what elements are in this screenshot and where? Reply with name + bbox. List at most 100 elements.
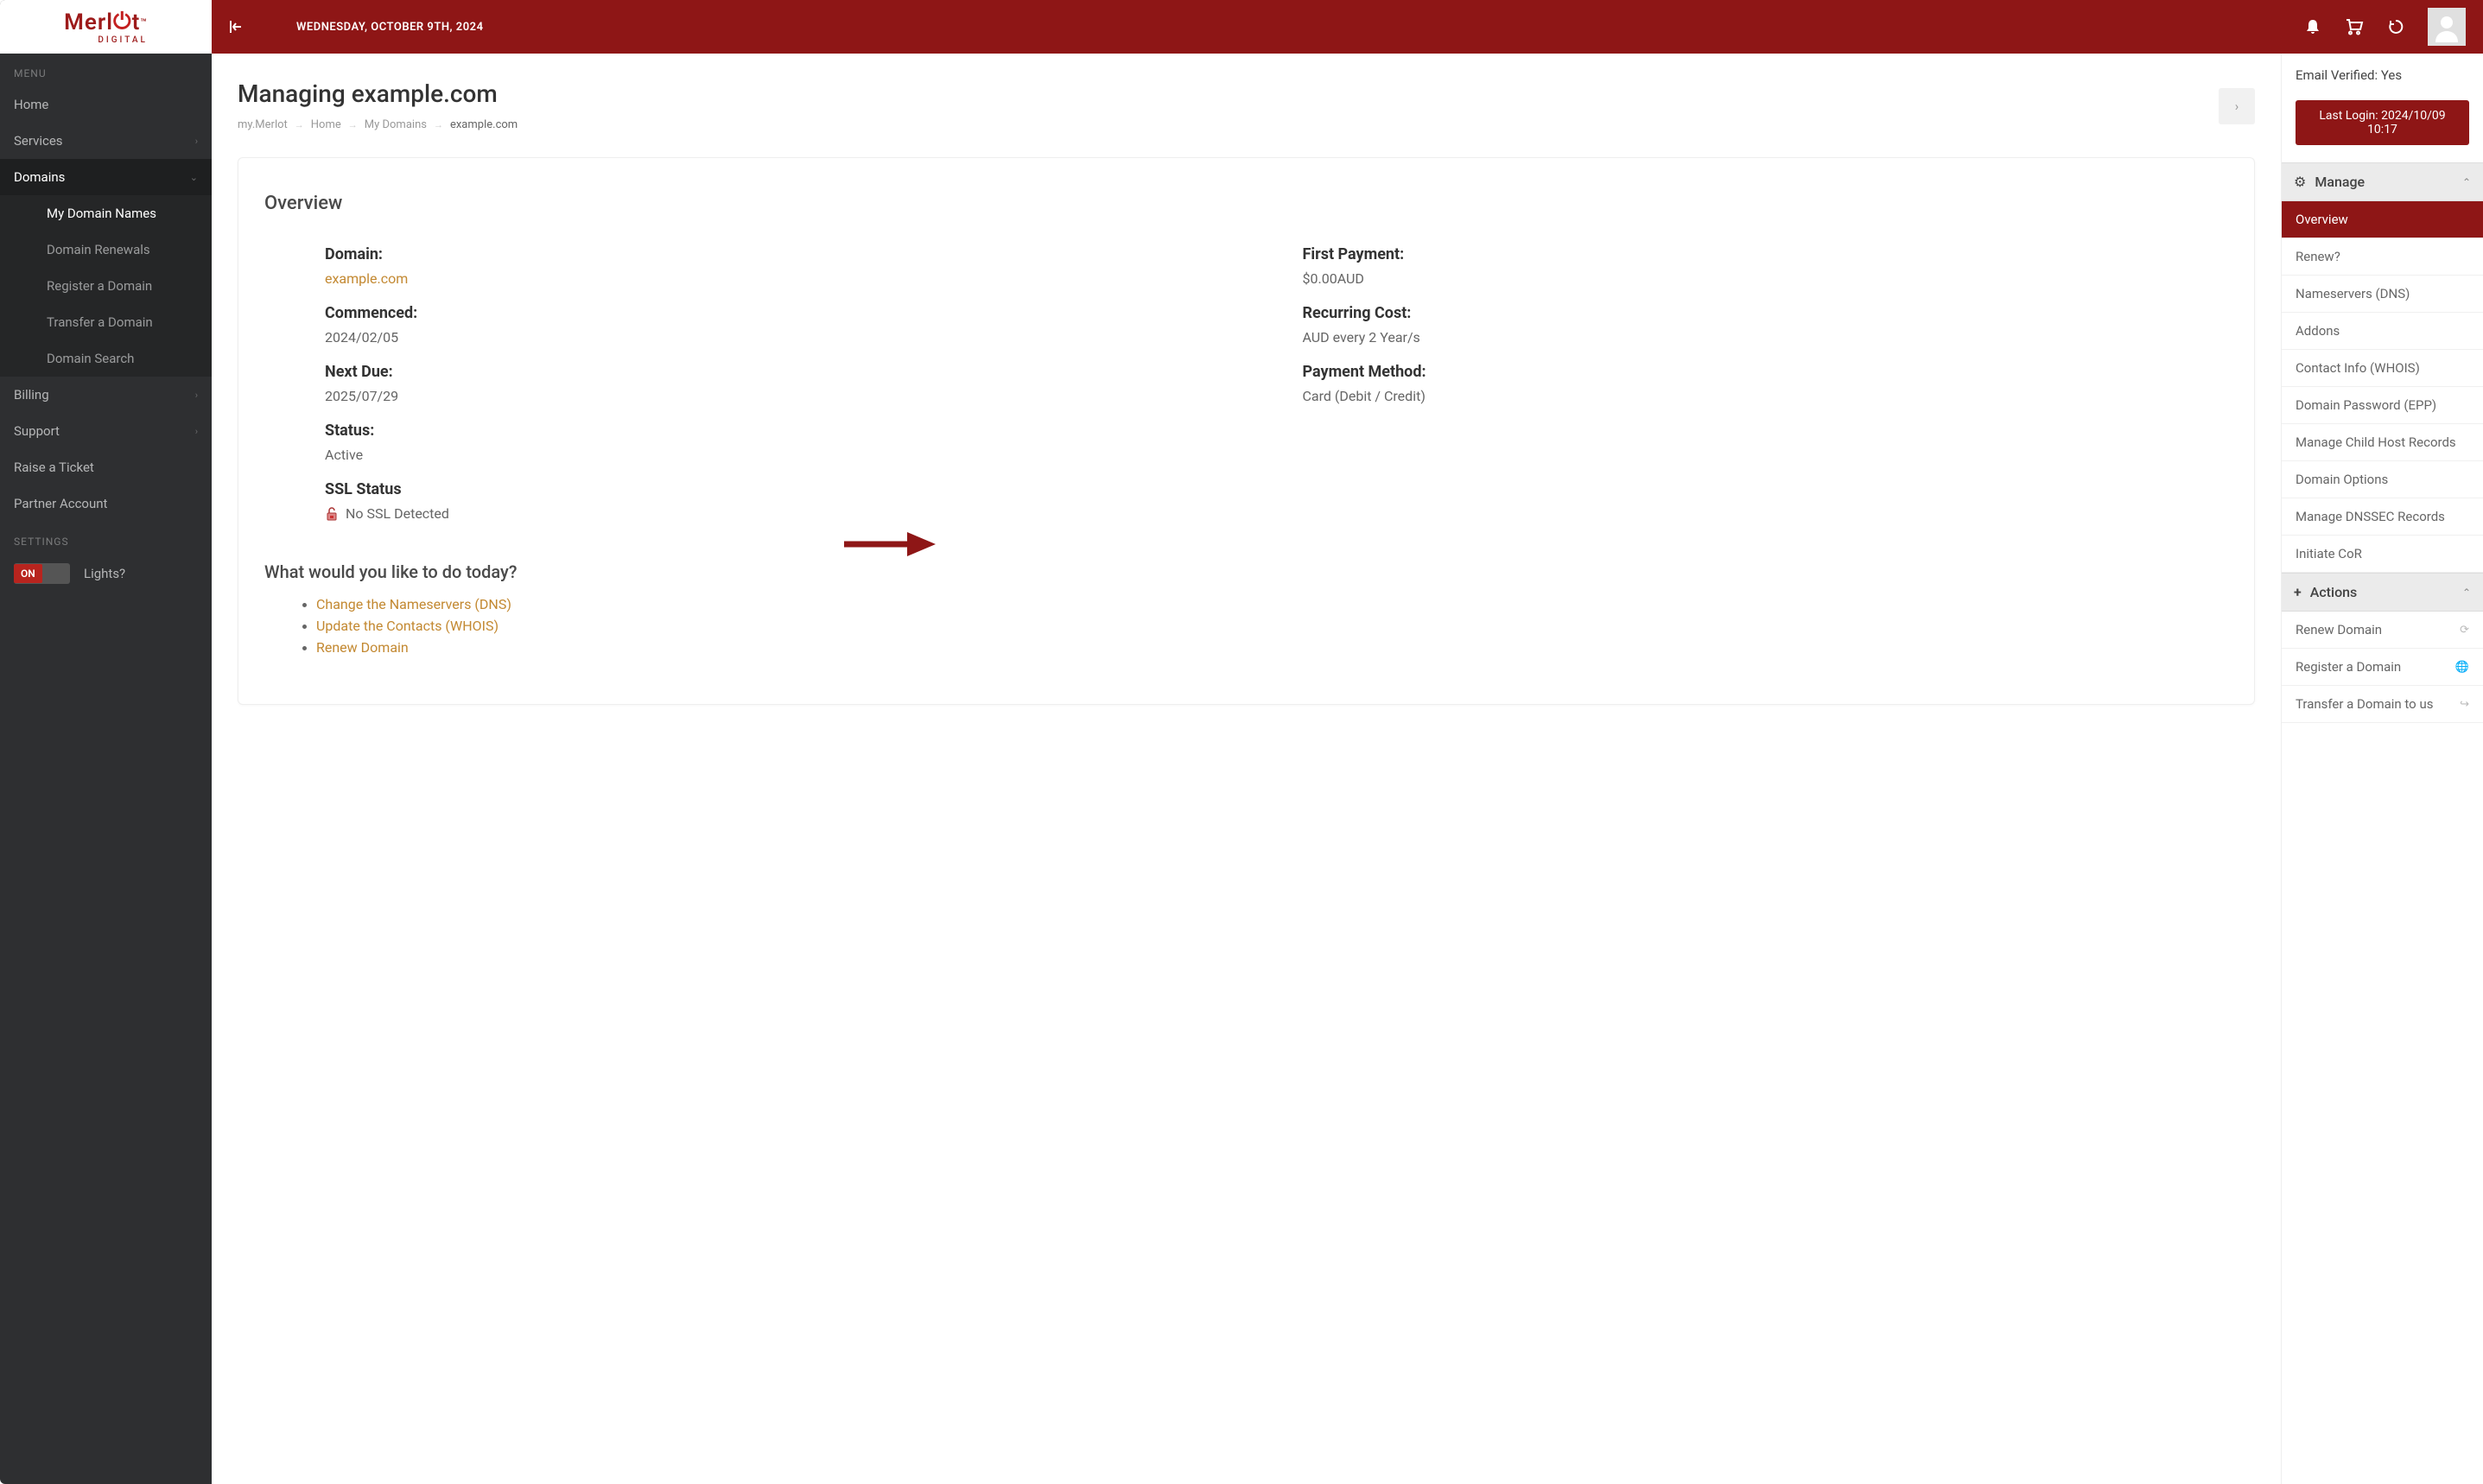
plus-icon: + (2294, 584, 2302, 600)
chevron-right-icon: › (2235, 98, 2239, 114)
sidebar-item-label: Services (14, 133, 63, 149)
domain-label: Domain: (325, 245, 1251, 263)
manage-childhost[interactable]: Manage Child Host Records (2282, 424, 2483, 461)
actions-header-label: Actions (2310, 584, 2358, 600)
action-change-ns[interactable]: Change the Nameservers (DNS) (316, 596, 511, 612)
chevron-down-icon: ⌄ (190, 172, 198, 183)
manage-header-label: Manage (2315, 174, 2365, 190)
arrow-right-icon: → (295, 119, 304, 130)
logo[interactable]: Merl⏻t™ DIGITAL (0, 0, 212, 54)
payment-method-label: Payment Method: (1303, 363, 2229, 381)
right-column: Email Verified: Yes Last Login: 2024/10/… (2281, 54, 2483, 1484)
action-renew-domain[interactable]: Renew Domain ⟳ (2282, 612, 2483, 649)
arrow-right-icon: → (348, 119, 358, 130)
recurring-label: Recurring Cost: (1303, 304, 2229, 322)
topbar: WEDNESDAY, OCTOBER 9TH, 2024 (212, 0, 2483, 54)
domain-value[interactable]: example.com (325, 270, 1251, 287)
breadcrumb-item[interactable]: My Domains (365, 118, 427, 131)
manage-epp[interactable]: Domain Password (EPP) (2282, 387, 2483, 424)
status-value: Active (325, 447, 1251, 463)
annotation-arrow (842, 529, 937, 560)
manage-panel-header[interactable]: ⚙ Manage ⌃ (2282, 162, 2483, 201)
breadcrumbs: my.Merlot → Home → My Domains → example.… (238, 118, 518, 131)
breadcrumb-item[interactable]: Home (311, 118, 341, 131)
ssl-status-value: No SSL Detected (346, 505, 449, 522)
collapse-sidebar-button[interactable] (229, 19, 244, 35)
cart-icon (2345, 18, 2364, 35)
manage-renew[interactable]: Renew? (2282, 238, 2483, 276)
sidebar: Merl⏻t™ DIGITAL MENU Home Services › Dom… (0, 0, 212, 1484)
history-button[interactable] (2386, 17, 2405, 36)
payment-method-value: Card (Debit / Credit) (1303, 388, 2229, 404)
sidebar-subitem-renewals[interactable]: Domain Renewals (0, 231, 212, 268)
manage-options[interactable]: Domain Options (2282, 461, 2483, 498)
breadcrumb-item[interactable]: my.Merlot (238, 118, 288, 131)
first-payment-label: First Payment: (1303, 245, 2229, 263)
lights-label: Lights? (84, 566, 125, 581)
action-renew[interactable]: Renew Domain (316, 639, 409, 656)
forward-button[interactable]: › (2219, 88, 2255, 124)
action-register-domain[interactable]: Register a Domain 🌐 (2282, 649, 2483, 686)
action-update-whois[interactable]: Update the Contacts (WHOIS) (316, 618, 499, 634)
page-title: Managing example.com (238, 79, 518, 108)
ssl-status-label: SSL Status (325, 480, 1251, 498)
email-verified: Email Verified: Yes (2282, 62, 2483, 88)
commenced-value: 2024/02/05 (325, 329, 1251, 346)
manage-nameservers[interactable]: Nameservers (DNS) (2282, 276, 2483, 313)
settings-label: SETTINGS (0, 522, 212, 555)
collapse-icon (229, 19, 244, 35)
notifications-button[interactable] (2303, 17, 2322, 36)
sidebar-item-support[interactable]: Support › (0, 413, 212, 449)
user-avatar[interactable] (2428, 8, 2466, 46)
arrow-right-icon: → (434, 119, 443, 130)
next-due-value: 2025/07/29 (325, 388, 1251, 404)
next-due-label: Next Due: (325, 363, 1251, 381)
quick-actions-list: Change the Nameservers (DNS) Update the … (264, 596, 2228, 656)
status-label: Status: (325, 422, 1251, 440)
sidebar-item-domains[interactable]: Domains ⌄ (0, 159, 212, 195)
chevron-up-icon: ⌃ (2462, 587, 2471, 599)
actions-panel-header[interactable]: + Actions ⌃ (2282, 573, 2483, 612)
overview-heading: Overview (264, 193, 2228, 214)
sidebar-item-label: Home (14, 97, 48, 112)
manage-overview[interactable]: Overview (2282, 201, 2483, 238)
sidebar-subitem-my-domains[interactable]: My Domain Names (0, 195, 212, 231)
chevron-right-icon: › (195, 390, 198, 401)
chevron-right-icon: › (195, 426, 198, 437)
bell-icon (2304, 18, 2321, 35)
sidebar-item-home[interactable]: Home (0, 86, 212, 123)
topbar-date: WEDNESDAY, OCTOBER 9TH, 2024 (296, 21, 484, 34)
sidebar-item-services[interactable]: Services › (0, 123, 212, 159)
recurring-value: AUD every 2 Year/s (1303, 329, 2229, 346)
lock-broken-icon (325, 507, 339, 521)
sidebar-item-label: Billing (14, 387, 49, 403)
gear-icon: ⚙ (2294, 174, 2306, 190)
manage-whois[interactable]: Contact Info (WHOIS) (2282, 350, 2483, 387)
share-icon: ↪ (2460, 698, 2469, 711)
cart-button[interactable] (2345, 17, 2364, 36)
sidebar-subitem-search[interactable]: Domain Search (0, 340, 212, 377)
chevron-right-icon: › (195, 136, 198, 147)
sidebar-item-label: Support (14, 423, 60, 439)
action-transfer-domain[interactable]: Transfer a Domain to us ↪ (2282, 686, 2483, 723)
quick-actions-heading: What would you like to do today? (264, 561, 2228, 582)
manage-dnssec[interactable]: Manage DNSSEC Records (2282, 498, 2483, 536)
sidebar-item-billing[interactable]: Billing › (0, 377, 212, 413)
content-main: Managing example.com my.Merlot → Home → … (212, 54, 2281, 1484)
sidebar-subitem-register[interactable]: Register a Domain (0, 268, 212, 304)
sidebar-item-raise-ticket[interactable]: Raise a Ticket (0, 449, 212, 485)
arrow-right-icon (842, 529, 937, 560)
history-icon (2387, 18, 2404, 35)
chevron-up-icon: ⌃ (2462, 176, 2471, 188)
overview-card: Overview Domain: example.com Commenced: … (238, 157, 2255, 705)
menu-label: MENU (0, 54, 212, 86)
sidebar-item-label: Domains (14, 169, 65, 185)
sidebar-item-partner[interactable]: Partner Account (0, 485, 212, 522)
lights-toggle[interactable]: ON (14, 563, 70, 584)
manage-addons[interactable]: Addons (2282, 313, 2483, 350)
last-login-badge: Last Login: 2024/10/09 10:17 (2296, 100, 2469, 145)
sidebar-item-label: Partner Account (14, 496, 107, 511)
sidebar-subitem-transfer[interactable]: Transfer a Domain (0, 304, 212, 340)
manage-cor[interactable]: Initiate CoR (2282, 536, 2483, 573)
commenced-label: Commenced: (325, 304, 1251, 322)
